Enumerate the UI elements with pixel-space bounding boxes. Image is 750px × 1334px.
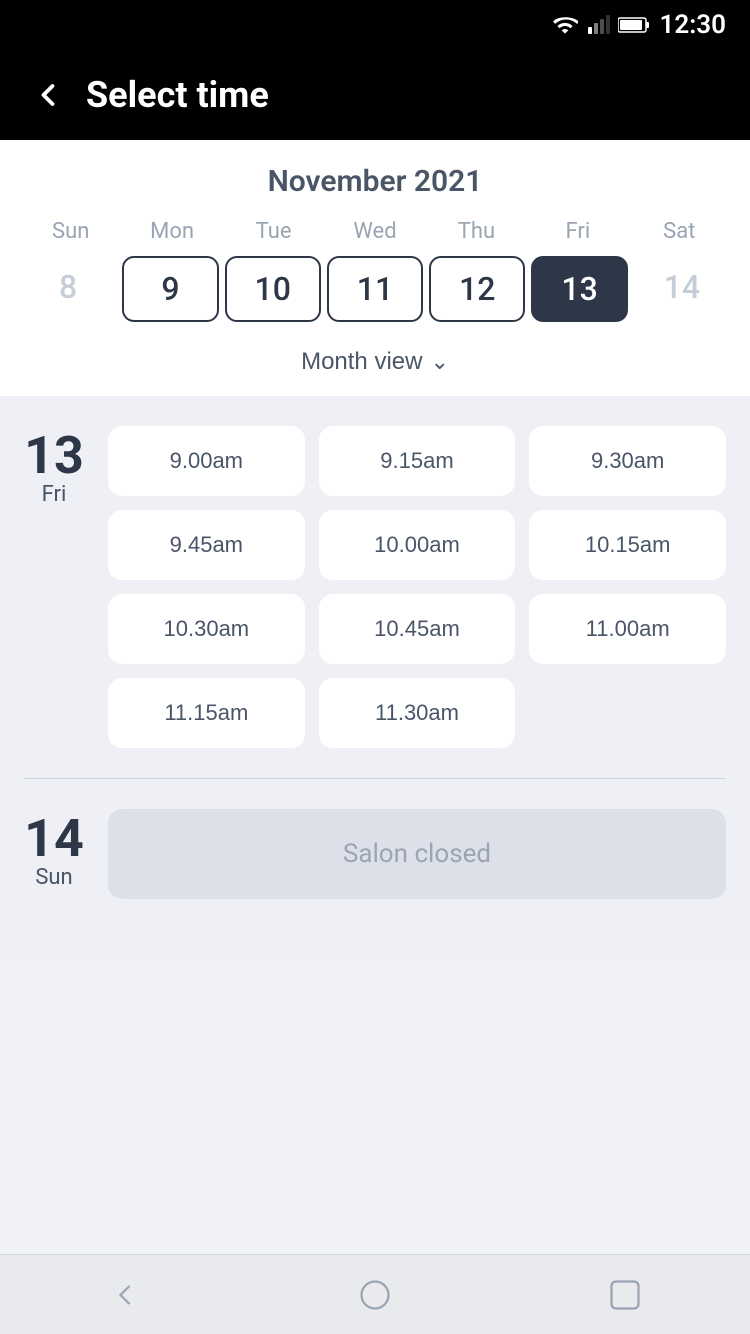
weekday-row: Sun Mon Tue Wed Thu Fri Sat [20,219,730,244]
day-14-section: 14 Sun Salon closed [24,809,726,929]
days-row: 8 9 10 11 12 13 14 [20,256,730,322]
month-view-label: Month view [301,348,422,376]
nav-back-button[interactable] [107,1277,143,1313]
weekday-thu: Thu [426,219,527,244]
status-icons [552,12,650,38]
day-14-name: Sun [35,865,72,890]
nav-home-icon [357,1277,393,1313]
day-13[interactable]: 13 [531,256,627,322]
slot-945am[interactable]: 9.45am [108,510,305,580]
weekday-wed: Wed [324,219,425,244]
back-button[interactable] [30,77,66,113]
slot-930am[interactable]: 9.30am [529,426,726,496]
slot-1000am[interactable]: 10.00am [319,510,516,580]
bottom-nav [0,1254,750,1334]
nav-recent-icon [607,1277,643,1313]
back-arrow-icon [30,77,66,113]
slot-1115am[interactable]: 11.15am [108,678,305,748]
weekday-tue: Tue [223,219,324,244]
month-view-button[interactable]: Month view ⌄ [301,348,449,376]
salon-closed-label: Salon closed [343,839,491,869]
salon-closed-box: Salon closed [108,809,726,899]
chevron-down-icon: ⌄ [430,349,448,375]
section-divider [24,778,726,779]
wifi-icon [552,12,578,38]
header: Select time [0,50,750,140]
slot-1045am[interactable]: 10.45am [319,594,516,664]
nav-back-icon [107,1277,143,1313]
slot-1130am[interactable]: 11.30am [319,678,516,748]
day-13-label: 13 Fri [24,426,84,748]
weekday-fri: Fri [527,219,628,244]
day-11[interactable]: 11 [327,256,423,322]
month-label: November 2021 [20,164,730,199]
signal-icon [586,13,610,37]
month-view-row: Month view ⌄ [20,340,730,380]
day-8[interactable]: 8 [20,256,116,322]
day-14-number: 14 [24,813,84,865]
nav-home-button[interactable] [357,1277,393,1313]
slot-1015am[interactable]: 10.15am [529,510,726,580]
day-12[interactable]: 12 [429,256,525,322]
page-title: Select time [86,74,269,116]
slot-900am[interactable]: 9.00am [108,426,305,496]
weekday-sat: Sat [629,219,730,244]
timeslots-section: 13 Fri 9.00am 9.15am 9.30am 9.45am 10.00… [0,396,750,959]
day-14-label: 14 Sun [24,809,84,899]
day-13-slots-grid: 9.00am 9.15am 9.30am 9.45am 10.00am 10.1… [108,426,726,748]
battery-icon [618,16,650,34]
weekday-mon: Mon [121,219,222,244]
day-13-name: Fri [42,482,67,507]
status-time: 12:30 [660,10,727,40]
status-bar: 12:30 [0,0,750,50]
nav-recent-button[interactable] [607,1277,643,1313]
day-14[interactable]: 14 [634,256,730,322]
day-13-section: 13 Fri 9.00am 9.15am 9.30am 9.45am 10.00… [24,426,726,748]
day-9[interactable]: 9 [122,256,218,322]
slot-1100am[interactable]: 11.00am [529,594,726,664]
slot-915am[interactable]: 9.15am [319,426,516,496]
calendar-section: November 2021 Sun Mon Tue Wed Thu Fri Sa… [0,140,750,396]
slot-1030am[interactable]: 10.30am [108,594,305,664]
day-10[interactable]: 10 [225,256,321,322]
weekday-sun: Sun [20,219,121,244]
day-13-number: 13 [24,430,84,482]
